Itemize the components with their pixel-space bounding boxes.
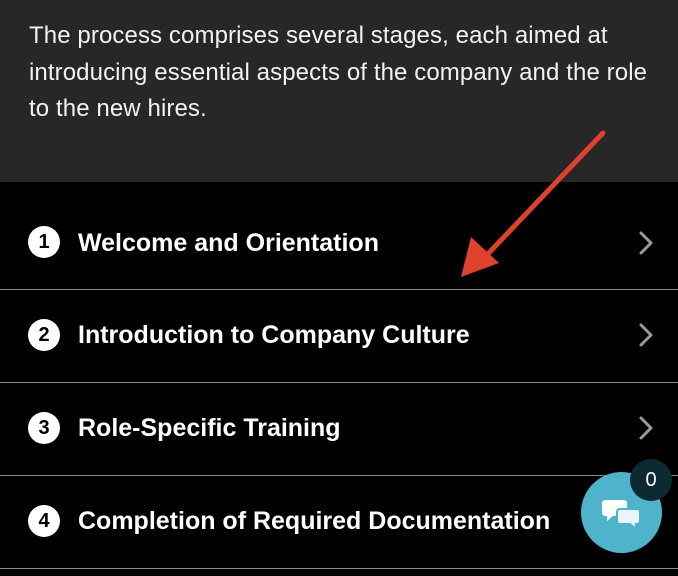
step-item-welcome-orientation[interactable]: 1 Welcome and Orientation bbox=[0, 182, 678, 290]
step-number-badge: 4 bbox=[28, 505, 60, 537]
chat-unread-badge: 0 bbox=[630, 459, 672, 501]
step-title: Welcome and Orientation bbox=[78, 229, 379, 257]
step-title: Role-Specific Training bbox=[78, 414, 341, 442]
onboarding-steps-list: 1 Welcome and Orientation 2 Introduction… bbox=[0, 182, 678, 569]
step-item-company-culture[interactable]: 2 Introduction to Company Culture bbox=[0, 290, 678, 383]
chevron-right-icon bbox=[639, 231, 653, 255]
step-number-badge: 1 bbox=[28, 226, 60, 258]
step-title: Introduction to Company Culture bbox=[78, 321, 470, 349]
step-item-documentation[interactable]: 4 Completion of Required Documentation bbox=[0, 476, 678, 569]
intro-text: The process comprises several stages, ea… bbox=[29, 22, 648, 122]
step-item-role-training[interactable]: 3 Role-Specific Training bbox=[0, 383, 678, 476]
step-number-badge: 2 bbox=[28, 319, 60, 351]
chevron-right-icon bbox=[639, 323, 653, 347]
intro-section: The process comprises several stages, ea… bbox=[0, 0, 678, 182]
chat-bubbles-icon bbox=[602, 500, 641, 530]
step-title: Completion of Required Documentation bbox=[78, 507, 551, 535]
step-number-badge: 3 bbox=[28, 412, 60, 444]
chevron-right-icon bbox=[639, 416, 653, 440]
